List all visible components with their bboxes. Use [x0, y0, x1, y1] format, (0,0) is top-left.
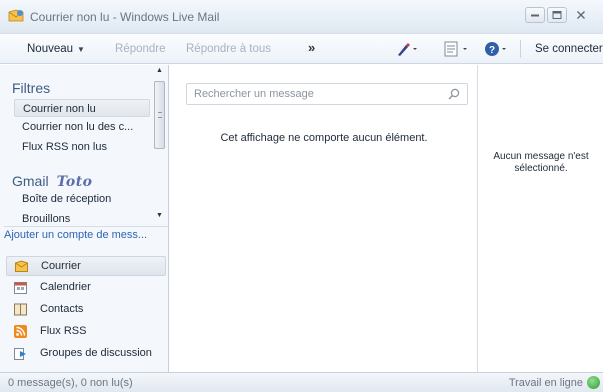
view-button[interactable]	[444, 41, 470, 60]
folder-scrollbar[interactable]: ▲ ▼	[153, 67, 166, 225]
nav-item-calendar[interactable]: Calendrier	[6, 278, 166, 298]
folder-pane: Filtres Courrier non lu Courrier non lu …	[0, 65, 169, 372]
folder-unread-rss[interactable]: Flux RSS non lus	[22, 141, 107, 153]
nav-label-newsgroups: Groupes de discussion	[40, 347, 152, 359]
nav-item-newsgroups[interactable]: Groupes de discussion	[6, 344, 166, 364]
nav-label-rss: Flux RSS	[40, 325, 87, 337]
reply-button[interactable]: Répondre	[115, 43, 166, 55]
windows-live-mail-icon	[8, 9, 24, 22]
minimize-button[interactable]	[525, 7, 545, 23]
toolbar: Nouveau ▼ Répondre Répondre à tous » ? Se…	[0, 34, 603, 64]
nav-item-rss[interactable]: Flux RSS	[6, 322, 166, 342]
more-commands-button[interactable]: »	[308, 40, 315, 55]
message-count: 0 message(s), 0 non lu(s)	[8, 377, 133, 389]
online-status[interactable]: Travail en ligne	[509, 377, 583, 389]
account-name: Toto	[56, 174, 93, 190]
status-bar: 0 message(s), 0 non lu(s) Travail en lig…	[0, 372, 603, 392]
filters-heading: Filtres	[12, 80, 51, 96]
pen-icon	[398, 43, 417, 56]
nav-item-contacts[interactable]: Contacts	[6, 300, 166, 320]
nav-item-mail[interactable]: Courrier	[6, 256, 166, 276]
title-bar: Courrier non lu - Windows Live Mail	[0, 0, 603, 34]
minimize-icon	[531, 14, 539, 17]
maximize-button[interactable]	[547, 7, 567, 23]
add-account-link[interactable]: Ajouter un compte de mess...	[4, 226, 168, 241]
folder-inbox[interactable]: Boîte de réception	[22, 193, 111, 205]
window-title: Courrier non lu - Windows Live Mail	[30, 10, 220, 24]
pen-button[interactable]	[396, 42, 418, 59]
help-button[interactable]: ?	[484, 41, 510, 60]
toolbar-separator	[520, 40, 521, 58]
view-icon	[444, 41, 467, 57]
folder-unread-contacts[interactable]: Courrier non lu des c...	[22, 121, 133, 133]
help-icon: ?	[485, 42, 506, 56]
search-icon[interactable]	[448, 88, 460, 100]
search-box[interactable]	[186, 83, 468, 105]
close-button[interactable]	[569, 7, 593, 23]
scroll-down-icon[interactable]: ▼	[156, 212, 163, 219]
search-input[interactable]	[187, 84, 442, 104]
scroll-up-icon[interactable]: ▲	[156, 67, 163, 74]
online-status-icon	[587, 376, 600, 389]
nav-label-mail: Courrier	[41, 260, 81, 272]
contacts-icon	[14, 303, 27, 316]
reply-all-button[interactable]: Répondre à tous	[186, 43, 271, 55]
nav-label-contacts: Contacts	[40, 303, 84, 315]
mail-icon	[15, 260, 28, 272]
maximize-icon	[552, 11, 562, 19]
close-icon	[577, 11, 585, 19]
scrollbar-thumb[interactable]	[154, 81, 165, 149]
empty-list-message: Cet affichage ne comporte aucun élément.	[220, 132, 428, 144]
window-controls	[525, 7, 593, 23]
reading-pane: Aucun message n'est sélectionné.	[479, 65, 603, 372]
chevron-down-icon: ▼	[77, 45, 85, 54]
newsgroup-icon	[14, 348, 26, 360]
calendar-icon	[14, 282, 27, 294]
account-provider: Gmail	[12, 173, 49, 189]
message-list-pane: Cet affichage ne comporte aucun élément.	[170, 65, 478, 372]
new-button-label: Nouveau	[27, 43, 74, 55]
new-button[interactable]: Nouveau ▼	[27, 43, 85, 55]
no-message-selected: Aucun message n'est sélectionné.	[493, 151, 589, 174]
account-heading[interactable]: Gmail Toto	[12, 173, 93, 190]
rss-icon	[14, 325, 27, 338]
sign-in-button[interactable]: Se connecter	[535, 43, 603, 55]
grip-icon	[158, 112, 162, 118]
folder-list: Filtres Courrier non lu Courrier non lu …	[0, 65, 152, 225]
folder-unread-mail[interactable]: Courrier non lu	[14, 99, 150, 117]
nav-label-calendar: Calendrier	[40, 281, 91, 293]
svg-text:?: ?	[489, 45, 495, 56]
folder-drafts[interactable]: Brouillons	[22, 213, 70, 225]
